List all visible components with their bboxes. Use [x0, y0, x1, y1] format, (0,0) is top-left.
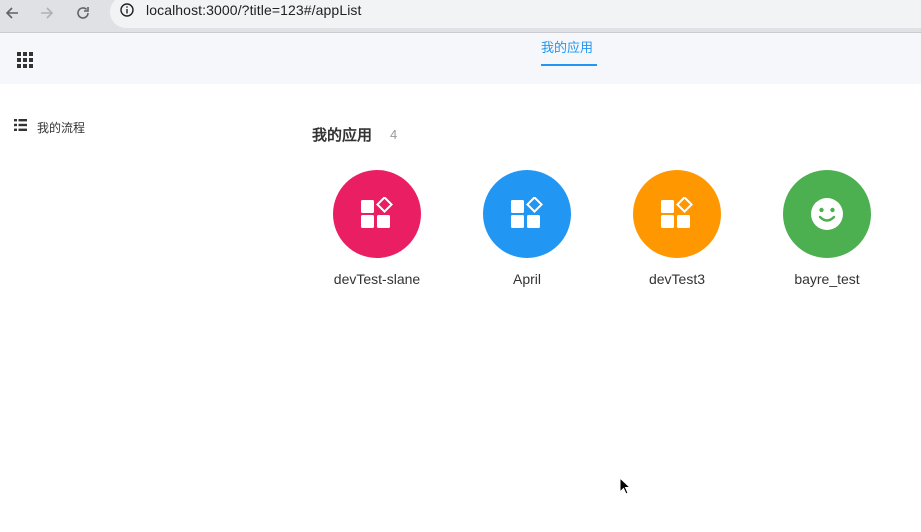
smiley-icon [811, 198, 843, 230]
app-card[interactable]: devTest-slane [302, 170, 452, 287]
app-header [0, 33, 921, 84]
reload-icon[interactable] [72, 2, 94, 24]
browser-toolbar: localhost:3000/?title=123#/appList [0, 0, 921, 33]
mouse-cursor-icon [619, 476, 632, 500]
app-card[interactable]: devTest3 [602, 170, 752, 287]
app-card[interactable]: bayre_test [752, 170, 902, 287]
app-count-badge: 4 [390, 127, 398, 142]
list-icon [14, 118, 27, 136]
app-avatar[interactable] [633, 170, 721, 258]
back-icon[interactable] [1, 2, 23, 24]
app-name[interactable]: devTest-slane [302, 271, 452, 287]
sidebar-item-label: 我的流程 [37, 120, 86, 135]
app-avatar[interactable] [333, 170, 421, 258]
forward-icon[interactable] [36, 2, 58, 24]
apps-icon [511, 197, 543, 228]
apps-icon [661, 197, 693, 228]
tab-active-indicator [541, 64, 597, 66]
apps-icon [361, 197, 393, 228]
app-grid-icon[interactable] [17, 52, 33, 68]
app-name[interactable]: April [452, 271, 602, 287]
app-card[interactable]: April [452, 170, 602, 287]
app-name[interactable]: devTest3 [602, 271, 752, 287]
tab-my-apps[interactable]: 我的应用 [541, 37, 593, 56]
sidebar-item-my-processes[interactable]: 我的流程 [14, 118, 85, 136]
section-title: 我的应用 [312, 127, 373, 144]
site-info-icon[interactable] [120, 3, 134, 17]
url-text[interactable]: localhost:3000/?title=123#/appList [146, 2, 362, 18]
app-name[interactable]: bayre_test [752, 271, 902, 287]
app-avatar[interactable] [483, 170, 571, 258]
app-avatar[interactable] [783, 170, 871, 258]
